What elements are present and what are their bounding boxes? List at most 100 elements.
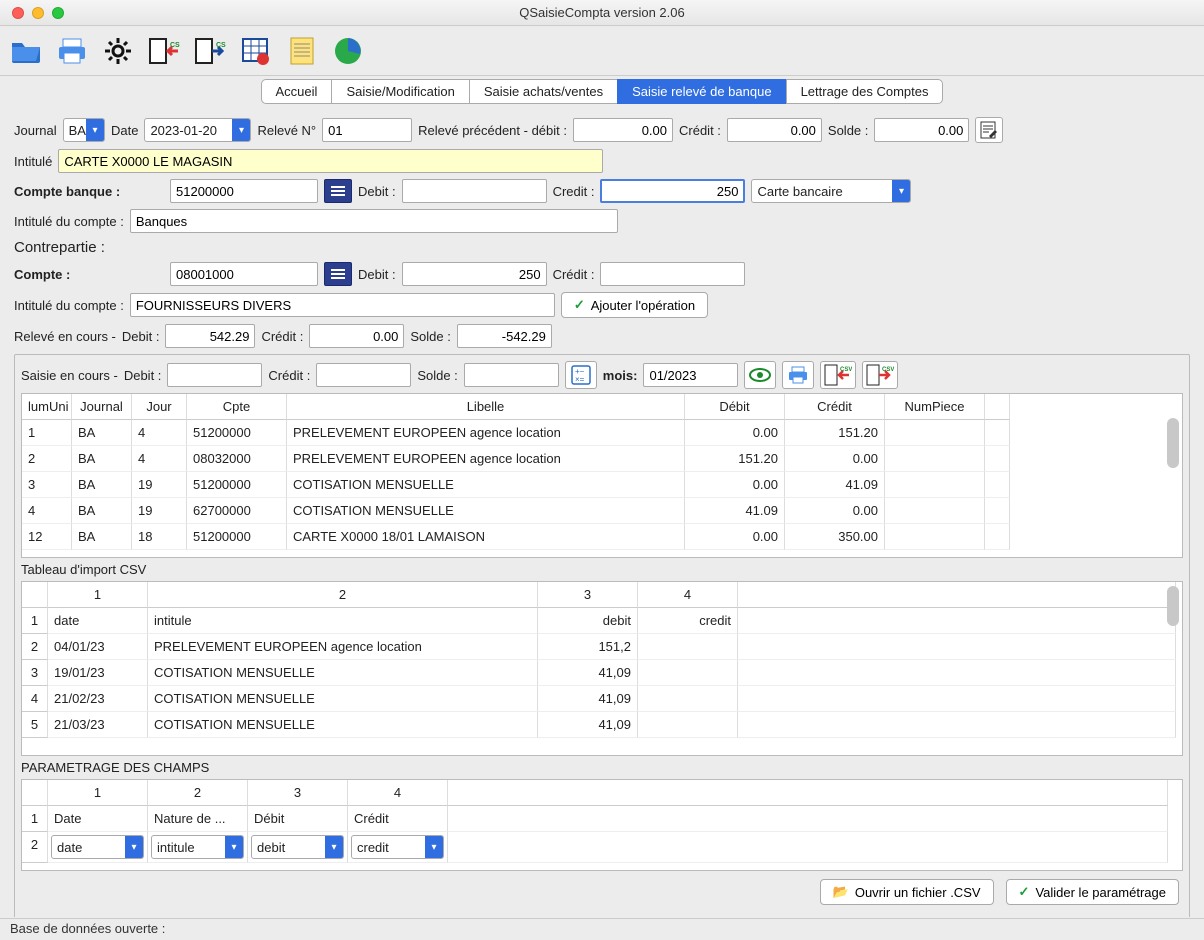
- table-cell[interactable]: 4: [132, 420, 187, 446]
- releve-cours-solde-input[interactable]: [457, 324, 552, 348]
- csv-cell[interactable]: [638, 660, 738, 686]
- table-cell[interactable]: BA: [72, 498, 132, 524]
- scrollbar-thumb[interactable]: [1167, 418, 1179, 468]
- table-cell[interactable]: 0.00: [785, 498, 885, 524]
- row-num[interactable]: 3: [22, 660, 48, 686]
- col-num-header[interactable]: 1: [48, 780, 148, 806]
- csv-cell[interactable]: [638, 686, 738, 712]
- table-cell[interactable]: 1: [22, 420, 72, 446]
- settings-icon[interactable]: [100, 33, 136, 69]
- table-cell[interactable]: PRELEVEMENT EUROPEEN agence location: [287, 446, 685, 472]
- table-cell[interactable]: 350.00: [785, 524, 885, 550]
- open-folder-icon[interactable]: [8, 33, 44, 69]
- table-cell[interactable]: COTISATION MENSUELLE: [287, 498, 685, 524]
- table-cell[interactable]: 18: [132, 524, 187, 550]
- tab-accueil[interactable]: Accueil: [261, 79, 332, 104]
- releve-prec-credit-input[interactable]: [727, 118, 822, 142]
- table-cell[interactable]: BA: [72, 472, 132, 498]
- calculator-icon[interactable]: +−×=: [565, 361, 597, 389]
- releve-cours-credit-input[interactable]: [309, 324, 404, 348]
- csv-cell[interactable]: COTISATION MENSUELLE: [148, 660, 538, 686]
- open-csv-button[interactable]: 📂 Ouvrir un fichier .CSV: [820, 879, 994, 905]
- document-icon[interactable]: [284, 33, 320, 69]
- export-csv-icon[interactable]: CSV: [192, 33, 228, 69]
- col-num-header[interactable]: 4: [638, 582, 738, 608]
- validate-param-button[interactable]: ✓ Valider le paramétrage: [1006, 879, 1179, 905]
- param-cell[interactable]: Crédit: [348, 806, 448, 832]
- csv-cell[interactable]: PRELEVEMENT EUROPEEN agence location: [148, 634, 538, 660]
- param-cell[interactable]: Date: [48, 806, 148, 832]
- export-csv-small-icon[interactable]: CSV: [862, 361, 898, 389]
- releve-cours-debit-input[interactable]: [165, 324, 255, 348]
- lookup-compte-icon[interactable]: [324, 262, 352, 286]
- journal-select[interactable]: BA ▾: [63, 118, 105, 142]
- col-num-header[interactable]: 1: [48, 582, 148, 608]
- table-cell[interactable]: 151.20: [785, 420, 885, 446]
- releve-prec-debit-input[interactable]: [573, 118, 673, 142]
- col-num-header[interactable]: 4: [348, 780, 448, 806]
- saisie-solde-input[interactable]: [464, 363, 559, 387]
- col-num-header[interactable]: 3: [538, 582, 638, 608]
- date-select[interactable]: 2023-01-20 ▾: [144, 118, 251, 142]
- col-header[interactable]: Cpte: [187, 394, 287, 420]
- table-cell[interactable]: 0.00: [685, 420, 785, 446]
- compte-banque-input[interactable]: [170, 179, 318, 203]
- add-operation-button[interactable]: ✓ Ajouter l'opération: [561, 292, 708, 318]
- releve-prec-solde-input[interactable]: [874, 118, 969, 142]
- col-num-header[interactable]: 3: [248, 780, 348, 806]
- print-icon[interactable]: [54, 33, 90, 69]
- scrollbar-thumb[interactable]: [1167, 586, 1179, 626]
- col-num-header[interactable]: 2: [148, 780, 248, 806]
- csv-cell[interactable]: credit: [638, 608, 738, 634]
- param-select[interactable]: intitule▾: [151, 835, 244, 859]
- payment-method-select[interactable]: Carte bancaire ▾: [751, 179, 911, 203]
- col-header[interactable]: Débit: [685, 394, 785, 420]
- compte-input[interactable]: [170, 262, 318, 286]
- csv-cell[interactable]: [638, 634, 738, 660]
- lookup-compte-banque-icon[interactable]: [324, 179, 352, 203]
- table-cell[interactable]: [885, 524, 985, 550]
- csv-cell[interactable]: 21/03/23: [48, 712, 148, 738]
- import-csv-small-icon[interactable]: CSV: [820, 361, 856, 389]
- table-cell[interactable]: [885, 498, 985, 524]
- table-cell[interactable]: 51200000: [187, 420, 287, 446]
- col-header[interactable]: lumUni: [22, 394, 72, 420]
- table-cell[interactable]: [885, 472, 985, 498]
- import-csv-icon[interactable]: CSV: [146, 33, 182, 69]
- table-cell[interactable]: 19: [132, 498, 187, 524]
- banque-debit-input[interactable]: [402, 179, 547, 203]
- table-cell[interactable]: 19: [132, 472, 187, 498]
- intitule-input[interactable]: [58, 149, 603, 173]
- csv-cell[interactable]: 19/01/23: [48, 660, 148, 686]
- table-cell[interactable]: 3: [22, 472, 72, 498]
- table-cell[interactable]: 41.09: [785, 472, 885, 498]
- csv-cell[interactable]: 04/01/23: [48, 634, 148, 660]
- col-header[interactable]: NumPiece: [885, 394, 985, 420]
- csv-cell[interactable]: COTISATION MENSUELLE: [148, 686, 538, 712]
- param-select[interactable]: date▾: [51, 835, 144, 859]
- table-cell[interactable]: 2: [22, 446, 72, 472]
- col-header[interactable]: Journal: [72, 394, 132, 420]
- pie-chart-icon[interactable]: [330, 33, 366, 69]
- table-cell[interactable]: [885, 420, 985, 446]
- csv-cell[interactable]: intitule: [148, 608, 538, 634]
- csv-cell[interactable]: 41,09: [538, 712, 638, 738]
- mois-input[interactable]: [643, 363, 738, 387]
- edit-note-icon[interactable]: [975, 117, 1003, 143]
- table-cell[interactable]: 62700000: [187, 498, 287, 524]
- col-header[interactable]: Jour: [132, 394, 187, 420]
- csv-cell[interactable]: COTISATION MENSUELLE: [148, 712, 538, 738]
- print-small-icon[interactable]: [782, 361, 814, 389]
- view-icon[interactable]: [744, 361, 776, 389]
- table-cell[interactable]: BA: [72, 446, 132, 472]
- tab-saisie-achats-ventes[interactable]: Saisie achats/ventes: [469, 79, 617, 104]
- table-cell[interactable]: BA: [72, 524, 132, 550]
- table-cell[interactable]: 41.09: [685, 498, 785, 524]
- csv-cell[interactable]: date: [48, 608, 148, 634]
- row-num[interactable]: 1: [22, 608, 48, 634]
- table-cell[interactable]: COTISATION MENSUELLE: [287, 472, 685, 498]
- tab-lettrage-comptes[interactable]: Lettrage des Comptes: [786, 79, 944, 104]
- contrepartie-credit-input[interactable]: [600, 262, 745, 286]
- table-settings-icon[interactable]: [238, 33, 274, 69]
- table-cell[interactable]: 51200000: [187, 524, 287, 550]
